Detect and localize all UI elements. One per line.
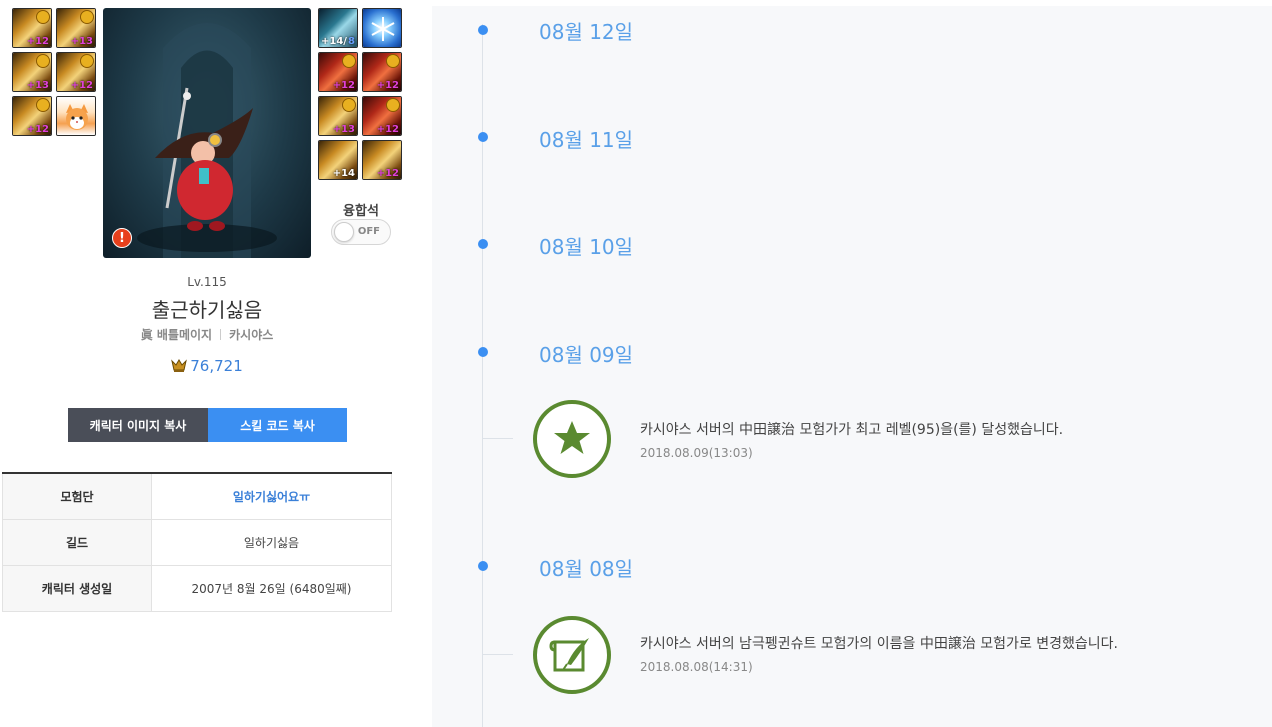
timeline-date: 08월 09일 — [539, 343, 634, 367]
toggle-state: OFF — [357, 226, 380, 237]
timeline-dot — [478, 132, 488, 142]
copy-character-image-button[interactable]: 캐릭터 이미지 복사 — [68, 408, 208, 442]
timeline-date: 08월 11일 — [539, 128, 634, 152]
timeline-line — [482, 24, 483, 727]
timeline-date: 08월 08일 — [539, 557, 634, 581]
equip-slot-title[interactable]: +13 — [56, 8, 96, 48]
equip-slot-necklace[interactable]: +13 — [318, 96, 358, 136]
quill-icon — [549, 638, 589, 672]
character-meta: 眞 배틀메이지 카시야스 — [0, 326, 414, 343]
timeline-date: 08월 10일 — [539, 235, 634, 259]
event-text: 카시야스 서버의 남극펭귄슈트 모험가의 이름을 中田譲治 모험가로 변경했습니… — [640, 636, 1118, 652]
equip-slot-bottom[interactable]: +12 — [12, 96, 52, 136]
timeline-connector — [482, 438, 513, 439]
divider — [220, 329, 222, 340]
snowflake-icon — [371, 17, 395, 41]
equip-slot-ring-2[interactable]: +12 — [362, 52, 402, 92]
warning-badge[interactable]: ! — [112, 228, 132, 248]
enhance-label: +12 — [376, 168, 399, 179]
timeline-dot — [478, 347, 488, 357]
enhance-label: +12 — [332, 80, 355, 91]
character-avatar-icon — [137, 23, 277, 258]
equip-slot-earring[interactable]: +14 — [318, 140, 358, 180]
combat-power: 76,721 — [0, 357, 414, 375]
equip-slot-subweapon[interactable] — [362, 8, 402, 48]
enhance-label: +12 — [26, 36, 49, 47]
timeline-date: 08월 12일 — [539, 20, 634, 44]
enhance-label: +13 — [70, 36, 93, 47]
equip-slot-bracelet[interactable]: +12 — [362, 96, 402, 136]
enhance-label: +14 — [332, 168, 355, 179]
equip-slot-weapon-aura[interactable]: +12 — [12, 8, 52, 48]
amplify-label: 8 — [348, 36, 355, 47]
event-icon-levelup — [533, 400, 611, 478]
equip-slot-head[interactable]: +12 — [56, 52, 96, 92]
info-value-adventure: 일하기싫어요ㅠ — [151, 473, 392, 520]
character-server: 카시야스 — [229, 328, 274, 342]
enhance-label: +12 — [26, 124, 49, 135]
toggle-knob — [334, 222, 354, 242]
copy-skill-code-button[interactable]: 스킬 코드 복사 — [208, 408, 347, 442]
combat-power-value: 76,721 — [190, 357, 243, 375]
event-time: 2018.08.08(14:31) — [640, 660, 753, 674]
character-name: 출근하기싫음 — [151, 298, 263, 322]
character-panel: +12 +13 +13 +12 +12 ! +14/8 +12 +12 +13 … — [0, 0, 420, 727]
enhance-label: +14/ — [321, 36, 347, 47]
equip-slot-top[interactable]: +13 — [12, 52, 52, 92]
event-icon-rename — [533, 616, 611, 694]
enhance-label: +12 — [70, 80, 93, 91]
equip-slot-magic-stone[interactable]: +12 — [362, 140, 402, 180]
fusion-label: 융합석 — [343, 204, 379, 219]
timeline-dot — [478, 561, 488, 571]
enhance-label: +12 — [376, 80, 399, 91]
info-key-guild: 길드 — [2, 519, 152, 566]
timeline-dot — [478, 25, 488, 35]
enhance-label: +13 — [26, 80, 49, 91]
info-key-created: 캐릭터 생성일 — [2, 565, 152, 612]
timeline-panel: 08월 12일 08월 11일 08월 10일 08월 09일 카시야스 서버의… — [432, 6, 1272, 727]
star-icon — [554, 421, 590, 454]
timeline-dot — [478, 239, 488, 249]
info-value-created: 2007년 8월 26일 (6480일째) — [151, 565, 392, 612]
event-time: 2018.08.09(13:03) — [640, 446, 753, 460]
timeline-connector — [482, 654, 513, 655]
character-level: Lv.115 — [187, 275, 227, 289]
fusion-toggle[interactable]: OFF — [331, 219, 391, 245]
enhance-label: +12 — [376, 124, 399, 135]
equip-slot-ring-1[interactable]: +12 — [318, 52, 358, 92]
info-key-adventure: 모험단 — [2, 473, 152, 520]
info-value-guild: 일하기싫음 — [151, 519, 392, 566]
combat-power-icon — [171, 359, 188, 372]
character-job: 眞 배틀메이지 — [140, 328, 213, 342]
table-row: 캐릭터 생성일 2007년 8월 26일 (6480일째) — [2, 565, 392, 612]
equip-slot-weapon[interactable]: +14/8 — [318, 8, 358, 48]
table-row: 길드 일하기싫음 — [2, 519, 392, 566]
equip-slot-pet[interactable] — [56, 96, 96, 136]
character-info-table: 모험단 일하기싫어요ㅠ 길드 일하기싫음 캐릭터 생성일 2007년 8월 26… — [2, 472, 392, 612]
cat-pet-icon — [66, 104, 88, 130]
adventure-group-link[interactable]: 일하기싫어요ㅠ — [233, 490, 310, 504]
table-row: 모험단 일하기싫어요ㅠ — [2, 473, 392, 520]
character-image[interactable] — [103, 8, 311, 258]
event-text: 카시야스 서버의 中田譲治 모험가가 최고 레벨(95)을(를) 달성했습니다. — [640, 422, 1064, 438]
enhance-label: +13 — [332, 124, 355, 135]
